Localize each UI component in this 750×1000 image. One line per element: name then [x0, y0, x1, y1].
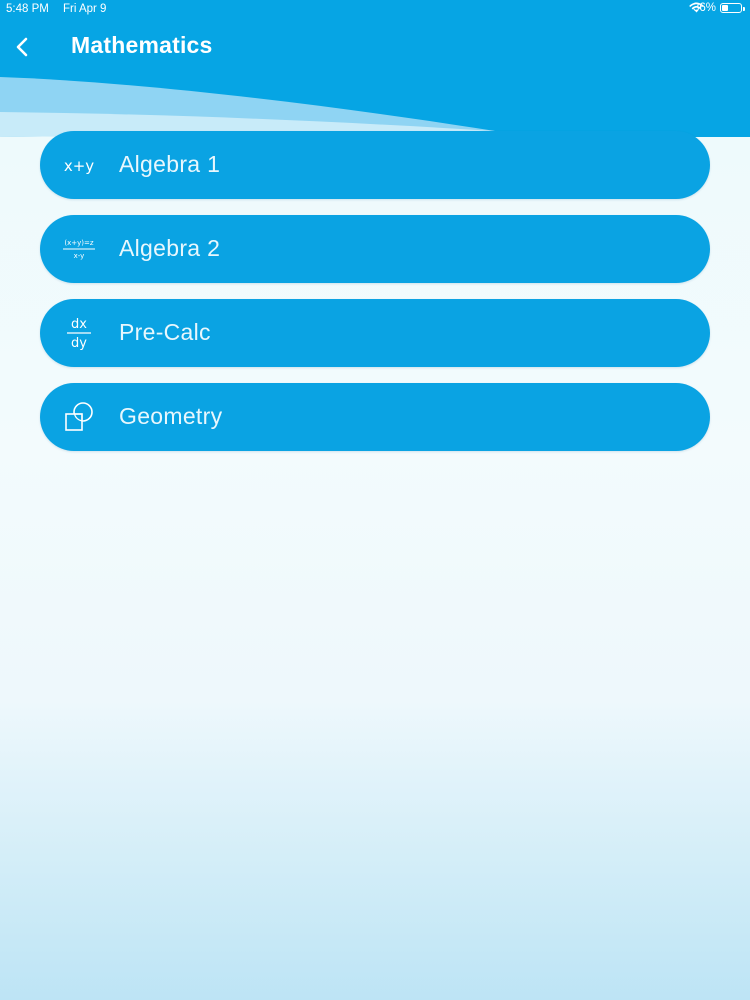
status-date: Fri Apr 9	[63, 3, 107, 15]
subject-label: Geometry	[119, 403, 223, 429]
shapes-icon	[58, 397, 100, 437]
header-wave-background	[0, 0, 750, 137]
back-button[interactable]	[10, 33, 36, 61]
subject-item-algebra-1[interactable]: x+y Algebra 1	[40, 131, 710, 199]
icon-numerator: (x+y)=z	[64, 239, 93, 247]
status-bar: 5:48 PM Fri Apr 9 36%	[0, 0, 750, 20]
page-title: Mathematics	[71, 32, 213, 58]
icon-denominator: dy	[71, 336, 87, 351]
status-indicators: 36%	[689, 2, 745, 14]
header-banner: 5:48 PM Fri Apr 9 36% Mathematics	[0, 0, 750, 140]
icon-numerator: dx	[71, 317, 87, 332]
battery-icon	[720, 3, 745, 13]
chevron-left-icon	[16, 37, 28, 57]
subject-label: Algebra 1	[119, 151, 221, 177]
x-plus-y-icon: x+y	[58, 145, 100, 185]
derivative-icon: dx dy	[58, 313, 100, 353]
subject-label: Algebra 2	[119, 235, 221, 261]
subject-list: x+y Algebra 1 (x+y)=z x-y Algebra 2 dx d…	[40, 131, 710, 467]
icon-denominator: x-y	[74, 252, 85, 260]
subject-item-algebra-2[interactable]: (x+y)=z x-y Algebra 2	[40, 215, 710, 283]
battery-level-fill	[722, 5, 729, 11]
subject-label: Pre-Calc	[119, 319, 211, 345]
status-time: 5:48 PM	[6, 3, 49, 15]
subject-item-pre-calc[interactable]: dx dy Pre-Calc	[40, 299, 710, 367]
icon-text: x+y	[64, 157, 94, 175]
fraction-equation-icon: (x+y)=z x-y	[58, 229, 100, 269]
subject-item-geometry[interactable]: Geometry	[40, 383, 710, 451]
